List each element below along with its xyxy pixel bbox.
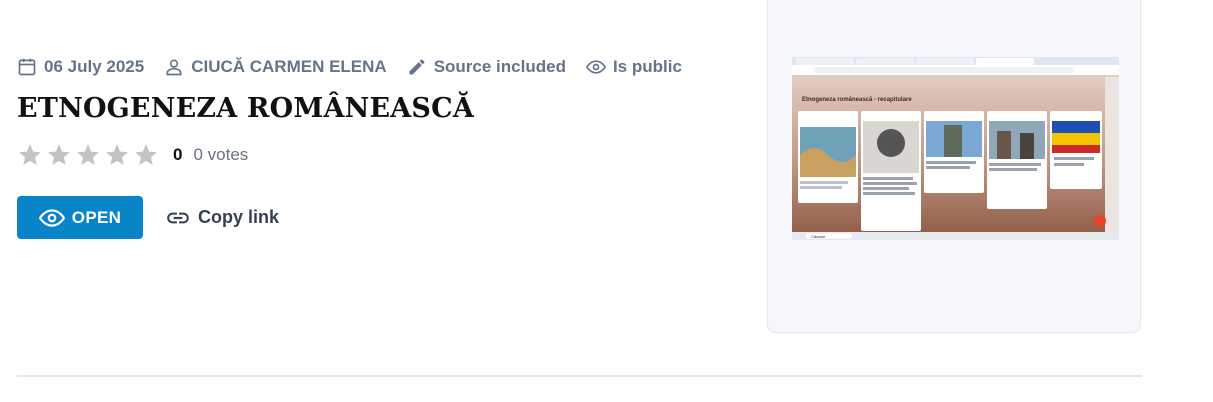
star-rating — [17, 142, 159, 168]
vote-count: 0 votes — [193, 145, 249, 164]
open-button[interactable]: OPEN — [17, 196, 143, 239]
meta-row: 06 July 2025 CIUCĂ CARMEN ELENA Source i… — [17, 57, 702, 77]
star-icon[interactable] — [133, 142, 159, 168]
pencil-icon — [409, 59, 425, 75]
meta-author: CIUCĂ CARMEN ELENA — [164, 57, 387, 77]
rating-value: 0 — [173, 145, 183, 164]
star-icon[interactable] — [17, 142, 43, 168]
resource-page: 06 July 2025 CIUCĂ CARMEN ELENA Source i… — [0, 0, 1213, 402]
page-title: ETNOGENEZA ROMÂNEASCĂ — [17, 93, 474, 124]
meta-source: Source included — [407, 57, 566, 77]
calendar-icon — [18, 58, 36, 76]
eye-icon — [38, 208, 65, 227]
meta-visibility: Is public — [585, 57, 682, 77]
date-text: 06 July 2025 — [44, 57, 145, 76]
eye-icon — [585, 60, 606, 74]
divider — [17, 375, 1142, 377]
meta-date: 06 July 2025 — [17, 57, 144, 77]
person-icon — [166, 59, 182, 76]
visibility-text: Is public — [612, 57, 682, 76]
copy-link-button[interactable]: Copy link — [165, 205, 279, 231]
star-icon[interactable] — [46, 142, 72, 168]
author-text: CIUCĂ CARMEN ELENA — [191, 57, 387, 76]
actions-row: OPEN Copy link — [17, 196, 279, 239]
star-icon[interactable] — [104, 142, 130, 168]
thumbnail-taskbar-search: Căutare — [811, 234, 826, 239]
copy-link-label: Copy link — [198, 207, 280, 227]
link-icon — [167, 212, 189, 223]
source-text: Source included — [433, 57, 566, 76]
open-button-label: OPEN — [71, 207, 122, 227]
rating: 0 0 votes — [17, 142, 248, 168]
star-icon[interactable] — [75, 142, 101, 168]
thumbnail-board-title: Etnogeneza românească - recapitulare — [802, 97, 912, 103]
preview-thumbnail[interactable]: Etnogeneza românească - recapitulare Cău… — [792, 57, 1119, 240]
